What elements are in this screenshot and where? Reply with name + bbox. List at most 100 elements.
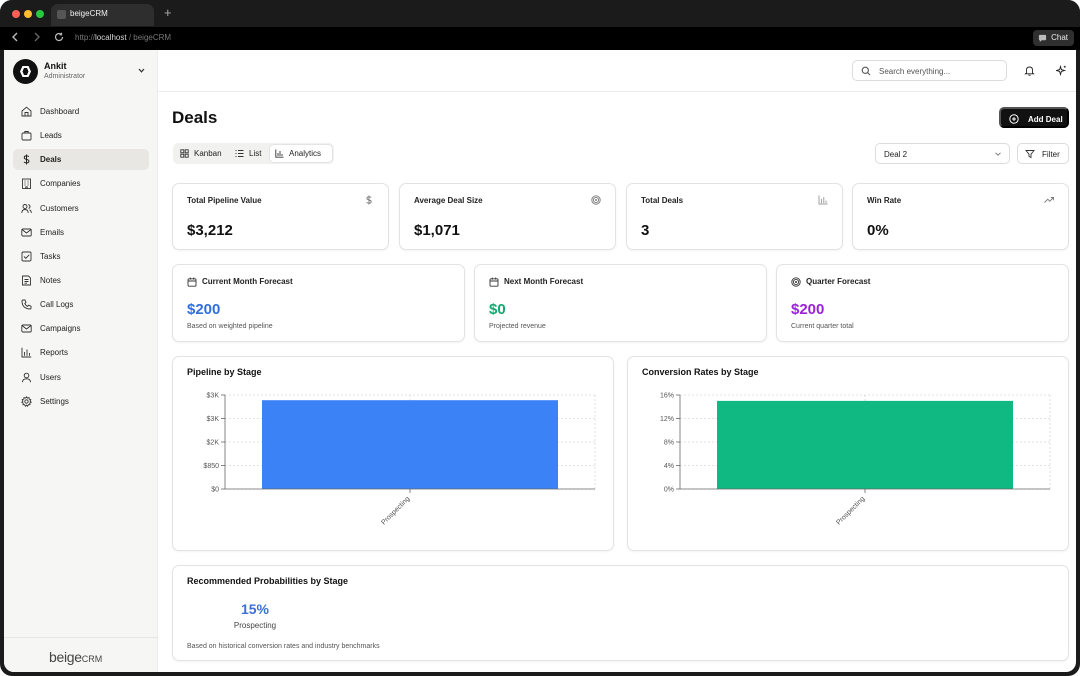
pipeline-chart-svg: $0 $850 $2K $3K $3K Prospecting bbox=[203, 393, 596, 527]
forecast-subtitle: Current quarter total bbox=[791, 323, 854, 330]
tab-list-label: List bbox=[249, 149, 262, 158]
forecast-subtitle: Projected revenue bbox=[489, 323, 546, 330]
chevron-down-icon[interactable] bbox=[137, 66, 146, 75]
url-scheme: http:// bbox=[75, 33, 96, 42]
close-window-button[interactable] bbox=[12, 10, 20, 18]
add-deal-button[interactable]: Add Deal bbox=[999, 107, 1069, 128]
url-field[interactable]: http://localhost / beigeCRM bbox=[75, 33, 171, 42]
y-tick-label: $3K bbox=[207, 393, 220, 400]
trending-up-icon bbox=[1044, 197, 1054, 203]
stat-card-average-deal: Average Deal Size $1,071 bbox=[399, 183, 616, 250]
tab-analytics[interactable]: Analytics bbox=[270, 145, 332, 162]
forecast-label: Current Month Forecast bbox=[202, 277, 293, 286]
maximize-window-button[interactable] bbox=[36, 10, 44, 18]
y-tick-label: $850 bbox=[203, 463, 219, 470]
forecast-subtitle: Based on weighted pipeline bbox=[187, 323, 273, 330]
deal-select-value: Deal 2 bbox=[884, 150, 908, 159]
sparkles-icon[interactable] bbox=[1056, 65, 1067, 76]
user-menu[interactable]: Ankit Administrator bbox=[13, 59, 149, 85]
chat-button[interactable]: Chat bbox=[1033, 30, 1074, 46]
bar-chart-icon bbox=[21, 348, 32, 358]
sidebar-item-label: Reports bbox=[40, 348, 69, 358]
mail-icon bbox=[21, 228, 32, 237]
back-icon[interactable] bbox=[11, 32, 19, 45]
avatar bbox=[13, 59, 38, 84]
sidebar-item-label: Emails bbox=[40, 227, 65, 237]
tab-kanban[interactable]: Kanban bbox=[175, 145, 229, 162]
main-content: Deals Add Deal Kanban List Analytics Dea… bbox=[158, 92, 1076, 672]
sidebar-item-reports[interactable]: Reports bbox=[13, 342, 149, 363]
phone-icon bbox=[21, 299, 32, 310]
sidebar-item-campaigns[interactable]: Campaigns bbox=[13, 318, 149, 339]
chat-icon bbox=[1038, 34, 1047, 42]
note-icon bbox=[22, 275, 31, 286]
brand-logo: beigeCRM bbox=[49, 649, 102, 665]
stat-value: 3 bbox=[641, 222, 650, 239]
new-tab-button[interactable]: + bbox=[164, 6, 172, 19]
sidebar-item-label: Users bbox=[40, 372, 61, 382]
stat-label: Total Deals bbox=[641, 196, 684, 205]
sidebar-item-notes[interactable]: Notes bbox=[13, 270, 149, 291]
bar-chart-icon bbox=[818, 195, 828, 205]
address-bar: http://localhost / beigeCRM Chat bbox=[0, 27, 1080, 50]
campaign-mail-icon bbox=[21, 324, 32, 333]
sidebar-item-dashboard[interactable]: Dashboard bbox=[13, 101, 149, 122]
stat-label: Total Pipeline Value bbox=[187, 196, 262, 205]
sidebar-item-tasks[interactable]: Tasks bbox=[13, 246, 149, 267]
bar-prospecting bbox=[717, 400, 1013, 489]
sidebar-item-emails[interactable]: Emails bbox=[13, 222, 149, 243]
stat-card-win-rate: Win Rate 0% bbox=[852, 183, 1069, 250]
target-icon bbox=[591, 195, 601, 205]
forward-icon[interactable] bbox=[33, 32, 41, 45]
sidebar-item-leads[interactable]: Leads bbox=[13, 125, 149, 146]
sidebar-item-companies[interactable]: Companies bbox=[13, 173, 149, 194]
y-tick-label: 12% bbox=[660, 416, 674, 423]
y-tick-label: 4% bbox=[664, 463, 674, 470]
x-tick-label: Prospecting bbox=[835, 495, 866, 526]
browser-tab[interactable]: beigeCRM bbox=[51, 4, 154, 26]
sidebar-item-deals[interactable]: Deals bbox=[13, 149, 149, 171]
sidebar-footer: beigeCRM bbox=[4, 637, 158, 672]
sidebar-item-label: Customers bbox=[40, 203, 79, 213]
sidebar-item-call-logs[interactable]: Call Logs bbox=[13, 294, 149, 315]
filter-icon bbox=[1025, 150, 1035, 159]
sidebar-item-label: Settings bbox=[40, 396, 69, 406]
y-tick-label: $2K bbox=[207, 440, 220, 447]
stat-card-total-pipeline: Total Pipeline Value $3,212 bbox=[172, 183, 389, 250]
forecast-label: Next Month Forecast bbox=[504, 277, 584, 286]
calendar-icon bbox=[187, 277, 197, 287]
y-tick-label: $3K bbox=[207, 416, 220, 423]
minimize-window-button[interactable] bbox=[24, 10, 32, 18]
search-input[interactable]: Search everything... bbox=[852, 60, 1007, 81]
stat-value: 0% bbox=[867, 222, 889, 239]
recommended-probabilities-card: Recommended Probabilities by Stage 15% P… bbox=[172, 565, 1069, 661]
bell-icon[interactable] bbox=[1024, 65, 1035, 76]
filter-button[interactable]: Filter bbox=[1017, 143, 1069, 164]
deal-select[interactable]: Deal 2 bbox=[875, 143, 1010, 164]
stat-label: Average Deal Size bbox=[414, 196, 483, 205]
stat-value: $3,212 bbox=[187, 222, 233, 239]
page-title: Deals bbox=[172, 108, 218, 127]
user-icon bbox=[22, 372, 31, 382]
reload-icon[interactable] bbox=[54, 32, 64, 45]
sidebar-item-label: Campaigns bbox=[40, 324, 81, 334]
favicon-icon bbox=[57, 10, 66, 19]
tab-title: beigeCRM bbox=[70, 9, 108, 18]
target-icon bbox=[791, 277, 801, 287]
sidebar-item-settings[interactable]: Settings bbox=[13, 391, 149, 412]
sidebar-item-customers[interactable]: Customers bbox=[13, 198, 149, 219]
y-tick-label: $0 bbox=[211, 487, 219, 494]
forecast-card-quarter: Quarter Forecast $200 Current quarter to… bbox=[776, 264, 1069, 342]
sidebar-nav: Dashboard Leads Deals Companies Customers Ema… bbox=[13, 101, 149, 415]
tab-list[interactable]: List bbox=[230, 145, 269, 162]
calendar-icon bbox=[489, 277, 499, 287]
sidebar-item-users[interactable]: Users bbox=[13, 367, 149, 388]
gear-icon bbox=[21, 395, 32, 407]
stat-value: $1,071 bbox=[414, 222, 460, 239]
x-tick-label: Prospecting bbox=[380, 495, 411, 526]
sidebar-item-label: Dashboard bbox=[40, 107, 80, 116]
sidebar-item-label: Leads bbox=[40, 131, 62, 141]
forecast-value: $200 bbox=[791, 301, 825, 318]
user-role: Administrator bbox=[44, 73, 86, 80]
y-tick-label: 8% bbox=[664, 440, 674, 447]
